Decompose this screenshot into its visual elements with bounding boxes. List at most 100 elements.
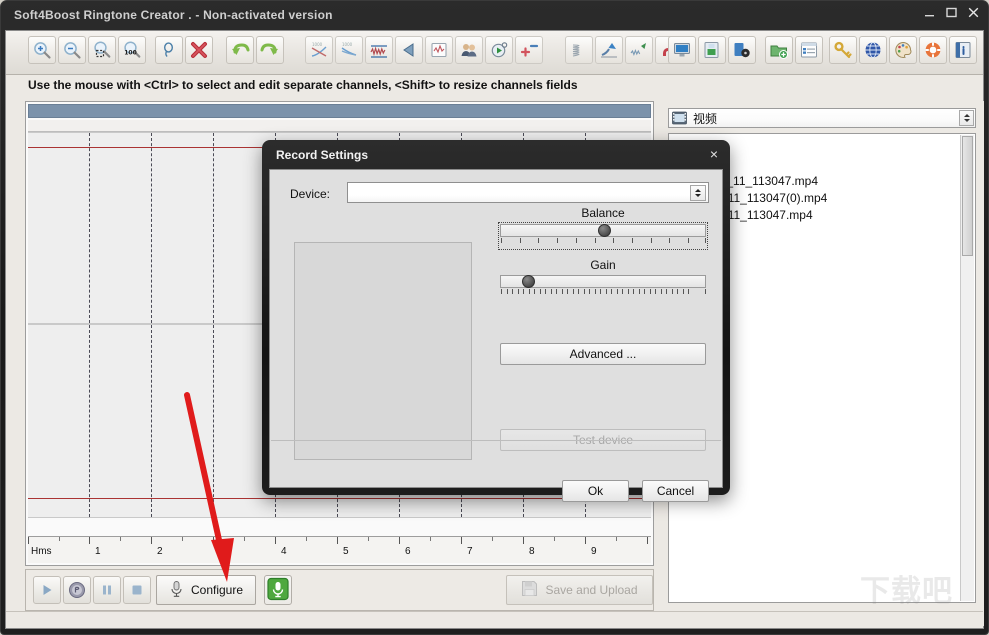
maximize-icon[interactable] — [946, 7, 957, 18]
timeline-tick — [461, 537, 462, 544]
fade-out-icon[interactable]: 1000 — [335, 36, 363, 64]
device-label: Device: — [290, 187, 331, 201]
folder-combo-value: 视频 — [693, 111, 718, 126]
fade-in-icon[interactable]: 1000 — [305, 36, 333, 64]
timeline-tick — [492, 537, 493, 541]
spring-icon[interactable] — [565, 36, 593, 64]
loop-icon[interactable] — [63, 576, 91, 604]
ok-button[interactable]: Ok — [562, 480, 629, 502]
toolbar-group-effects: 1000 1000 — [305, 36, 543, 64]
chart-icon[interactable] — [625, 36, 653, 64]
redo-icon[interactable] — [256, 36, 284, 64]
minimize-icon[interactable] — [924, 7, 935, 18]
record-button[interactable] — [264, 575, 292, 605]
list-icon[interactable] — [795, 36, 823, 64]
timeline-tick — [28, 537, 29, 544]
window-controls — [924, 7, 979, 18]
file-list-scrollbar[interactable] — [960, 135, 974, 601]
key-icon[interactable] — [829, 36, 857, 64]
timeline-label: 8 — [529, 546, 535, 557]
timeline-tick — [523, 537, 524, 544]
plus-minus-icon[interactable] — [515, 36, 543, 64]
configure-label: Configure — [190, 583, 244, 597]
gain-slider-knob[interactable] — [522, 275, 535, 288]
balance-slider-knob[interactable] — [598, 224, 611, 237]
device-combo-box[interactable] — [347, 182, 709, 203]
undo-icon[interactable] — [226, 36, 254, 64]
device-spinner[interactable] — [690, 185, 706, 201]
timeline-label: 6 — [405, 546, 411, 557]
grid-line — [151, 133, 152, 323]
video-folder-icon — [672, 111, 687, 125]
timeline-tick — [430, 537, 431, 541]
zoom-100-icon[interactable]: 100 — [118, 36, 146, 64]
monitor-icon[interactable] — [668, 36, 696, 64]
timeline-tick — [399, 537, 400, 544]
timeline-tick — [151, 537, 152, 544]
play-icon[interactable] — [33, 576, 61, 604]
timeline-tick — [120, 537, 121, 541]
balance-slider[interactable] — [500, 224, 706, 237]
waveform-window-icon[interactable] — [425, 36, 453, 64]
grid-line — [213, 325, 214, 517]
timeline-tick — [275, 537, 276, 544]
lasso-icon[interactable] — [155, 36, 183, 64]
advanced-button[interactable]: Advanced ... — [500, 343, 706, 365]
timeline-tick — [89, 537, 90, 544]
lifebuoy-icon[interactable] — [919, 36, 947, 64]
export-icon[interactable] — [728, 36, 756, 64]
timeline-tick — [244, 537, 245, 541]
zoom-in-icon[interactable] — [28, 36, 56, 64]
toolbar-group-help — [829, 36, 977, 64]
balance-slider-ticks — [501, 238, 707, 245]
timeline-tick — [182, 537, 183, 541]
device-input[interactable] — [351, 185, 685, 202]
record-microphone-icon — [267, 577, 289, 604]
timeline-tick — [306, 537, 307, 541]
timeline-unit-label: Hms — [31, 546, 52, 557]
toolbar-group-filters — [565, 36, 683, 64]
cancel-button[interactable]: Cancel — [642, 480, 709, 502]
configure-button[interactable]: Configure — [156, 575, 256, 605]
timeline-label: 4 — [281, 546, 287, 557]
timeline-tick — [368, 537, 369, 541]
scrollbar-thumb[interactable] — [962, 136, 973, 256]
folder-combo-spinner[interactable] — [959, 110, 974, 126]
timeline-label: 7 — [467, 546, 473, 557]
toolbar-group-file — [765, 36, 823, 64]
device-properties-panel — [294, 242, 472, 460]
delete-icon[interactable] — [185, 36, 213, 64]
close-icon[interactable] — [968, 7, 979, 18]
dialog-title: Record Settings — [276, 148, 369, 162]
trend-up-icon[interactable] — [595, 36, 623, 64]
add-media-icon[interactable] — [765, 36, 793, 64]
pause-icon[interactable] — [93, 576, 121, 604]
zoom-selection-icon[interactable] — [88, 36, 116, 64]
timeline-label: 9 — [591, 546, 597, 557]
editor-top-ruler — [28, 120, 651, 132]
normalize-icon[interactable] — [365, 36, 393, 64]
effect-play-icon[interactable] — [485, 36, 513, 64]
globe-icon[interactable] — [859, 36, 887, 64]
import-icon[interactable] — [698, 36, 726, 64]
transport-bar: Configure Save and Upload — [25, 569, 654, 611]
voice-icon[interactable] — [455, 36, 483, 64]
gain-slider[interactable] — [500, 275, 706, 288]
timeline-tick — [554, 537, 555, 541]
balance-label: Balance — [581, 206, 625, 220]
close-icon[interactable]: × — [710, 147, 718, 161]
timeline-tick — [616, 537, 617, 541]
info-icon[interactable] — [949, 36, 977, 64]
status-bar — [6, 611, 983, 628]
palette-icon[interactable] — [889, 36, 917, 64]
stop-icon[interactable] — [123, 576, 151, 604]
folder-combo-box[interactable]: 视频 — [668, 108, 976, 128]
timeline-tick — [337, 537, 338, 544]
gain-label: Gain — [590, 258, 616, 272]
zoom-out-icon[interactable] — [58, 36, 86, 64]
toolbar-group-view — [668, 36, 756, 64]
timeline-ruler[interactable]: Hms 1 2 3 4 5 6 7 8 9 — [28, 536, 651, 563]
play-back-icon[interactable] — [395, 36, 423, 64]
grid-line — [89, 325, 90, 517]
horizontal-scroll-track[interactable] — [28, 104, 651, 118]
